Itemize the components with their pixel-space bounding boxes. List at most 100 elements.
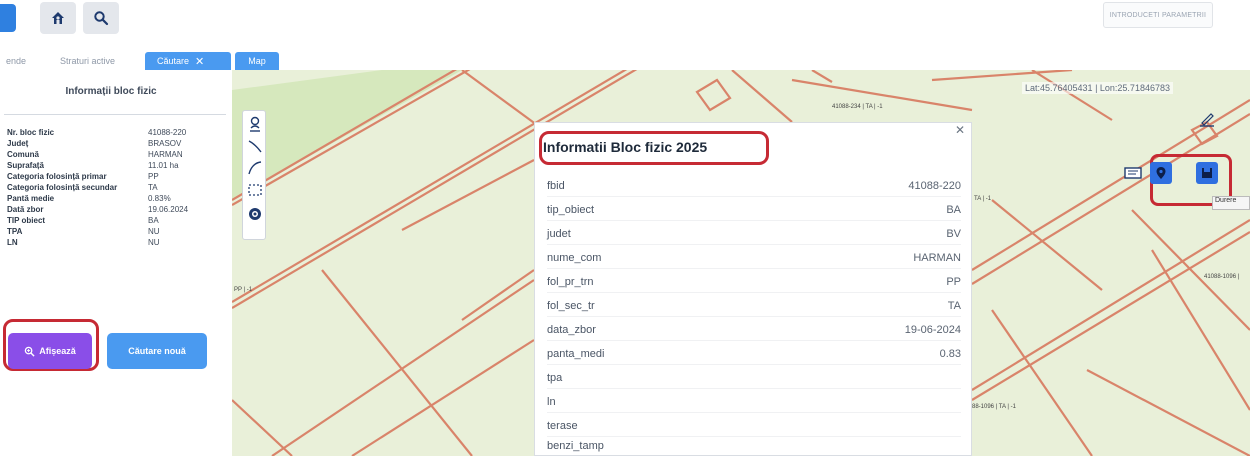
save-button[interactable] xyxy=(1196,162,1218,184)
draw-curve-button[interactable] xyxy=(246,159,264,177)
tooltip: Durere xyxy=(1212,196,1250,210)
attribute-row: fol_sec_tr TA xyxy=(547,295,961,317)
attribute-row: panta_medi 0.83 xyxy=(547,343,961,365)
attribute-row: fol_pr_trn PP xyxy=(547,271,961,293)
close-icon[interactable]: ✕ xyxy=(955,123,965,137)
parameters-button[interactable]: INTRODUCETI PARAMETRII xyxy=(1103,2,1213,28)
tab-cautare-label: Căutare xyxy=(157,56,190,66)
property-key: Categoria folosință primar xyxy=(7,172,107,181)
property-row: Nr. bloc fizic 41088-220 xyxy=(7,127,217,138)
property-row: Comună HARMAN xyxy=(7,149,217,160)
attribute-value: PP xyxy=(946,276,961,288)
property-key: LN xyxy=(7,238,18,247)
property-key: Dată zbor xyxy=(7,205,44,214)
side-panel: Informații bloc fizic Nr. bloc fizic 410… xyxy=(0,70,232,456)
attribute-row: data_zbor 19-06-2024 xyxy=(547,319,961,341)
close-icon[interactable]: ✕ xyxy=(195,55,204,68)
property-value: NU xyxy=(148,227,160,236)
attribute-key: nume_com xyxy=(547,252,602,264)
attribute-value: 19-06-2024 xyxy=(904,324,961,336)
attribute-key: data_zbor xyxy=(547,324,596,336)
screen-icon[interactable] xyxy=(1124,166,1142,182)
attribute-key: panta_medi xyxy=(547,348,605,360)
attribute-row: tpa xyxy=(547,367,961,389)
search-button[interactable] xyxy=(83,2,119,34)
edit-icon[interactable] xyxy=(1198,110,1216,128)
draw-curve-icon xyxy=(248,161,262,175)
app-root: INTRODUCETI PARAMETRII ende Straturi act… xyxy=(0,0,1250,456)
layers-icon xyxy=(249,208,261,220)
map-view[interactable]: 41088-234 | TA | -1 TA | -1 41088-1096 |… xyxy=(232,70,1250,456)
tab-straturi-active[interactable]: Straturi active xyxy=(60,52,115,70)
panel-tabs: ende Straturi active Căutare ✕ Map xyxy=(0,48,290,70)
parcel-label: TA | -1 xyxy=(974,196,992,202)
property-value: HARMAN xyxy=(148,150,183,159)
tab-cautare[interactable]: Căutare ✕ xyxy=(145,52,231,70)
person-marker-button[interactable] xyxy=(246,115,264,133)
draw-rectangle-icon xyxy=(248,184,262,196)
draw-line-button[interactable] xyxy=(246,137,264,155)
attribute-row: ln xyxy=(547,391,961,413)
cautare-noua-button[interactable]: Căutare nouă xyxy=(107,333,207,369)
save-icon xyxy=(1202,168,1212,178)
property-key: TPA xyxy=(7,227,23,236)
attribute-row: tip_obiect BA xyxy=(547,199,961,221)
search-icon xyxy=(94,11,109,26)
parcel-label: 41088-234 | TA | -1 xyxy=(832,104,883,110)
property-row: Pantă medie 0.83% xyxy=(7,193,217,204)
tab-map[interactable]: Map xyxy=(235,52,279,70)
person-marker-icon xyxy=(250,116,260,132)
attribute-row: benzi_tamp xyxy=(547,435,961,456)
property-row: TIP obiect BA xyxy=(7,215,217,226)
top-toolbar: INTRODUCETI PARAMETRII xyxy=(0,0,1250,44)
property-key: Pantă medie xyxy=(7,194,55,203)
property-value: BA xyxy=(148,216,159,225)
home-icon xyxy=(52,12,64,24)
property-key: Suprafață xyxy=(7,161,44,170)
property-key: TIP obiect xyxy=(7,216,46,225)
attribute-key: terase xyxy=(547,420,578,432)
property-row: TPA NU xyxy=(7,226,217,237)
attribute-key: fol_sec_tr xyxy=(547,300,595,312)
draw-line-icon xyxy=(248,140,262,153)
menu-toggle-button[interactable] xyxy=(0,4,16,32)
property-key: Nr. bloc fizic xyxy=(7,128,55,137)
side-panel-title: Informații bloc fizic xyxy=(65,86,157,97)
attribute-key: benzi_tamp xyxy=(547,440,604,452)
property-key: Județ xyxy=(7,139,29,148)
attribute-row: terase xyxy=(547,415,961,437)
location-pin-icon xyxy=(1156,167,1166,179)
parcel-label: 41088-1096 | xyxy=(1204,274,1240,280)
zoom-icon xyxy=(24,346,35,357)
property-value: NU xyxy=(148,238,160,247)
property-row: Suprafață 11.01 ha xyxy=(7,160,217,171)
draw-toolbar xyxy=(242,110,266,240)
attribute-key: ln xyxy=(547,396,556,408)
attribute-key: tpa xyxy=(547,372,563,384)
property-row: Județ BRASOV xyxy=(7,138,217,149)
attribute-row: fbid 41088-220 xyxy=(547,175,961,197)
property-value: 11.01 ha xyxy=(148,161,179,170)
attribute-value: TA xyxy=(947,300,961,312)
property-row: LN NU xyxy=(7,237,217,248)
layers-button[interactable] xyxy=(246,205,264,223)
property-value: 19.06.2024 xyxy=(148,205,189,214)
attribute-value: 41088-220 xyxy=(908,180,961,192)
parcel-label: 88-1096 | TA | -1 xyxy=(972,404,1016,410)
location-pin-button[interactable] xyxy=(1150,162,1172,184)
property-value: PP xyxy=(148,172,159,181)
tab-legende[interactable]: ende xyxy=(6,52,26,70)
attribute-value: BV xyxy=(946,228,961,240)
property-key: Comună xyxy=(7,150,39,159)
afiseaza-button[interactable]: Afișează xyxy=(8,333,92,369)
property-row: Categoria folosință secundar TA xyxy=(7,182,217,193)
attribute-row: judet BV xyxy=(547,223,961,245)
parcel-label: PP | -1 xyxy=(234,287,253,293)
popup-title: Informatii Bloc fizic 2025 xyxy=(543,139,708,155)
draw-rectangle-button[interactable] xyxy=(246,181,264,199)
property-value: 41088-220 xyxy=(148,128,187,137)
coordinates-readout: Lat:45.76405431 | Lon:25.71846783 xyxy=(1022,82,1173,94)
attribute-key: tip_obiect xyxy=(547,204,595,216)
attribute-value: HARMAN xyxy=(913,252,961,264)
home-button[interactable] xyxy=(40,2,76,34)
